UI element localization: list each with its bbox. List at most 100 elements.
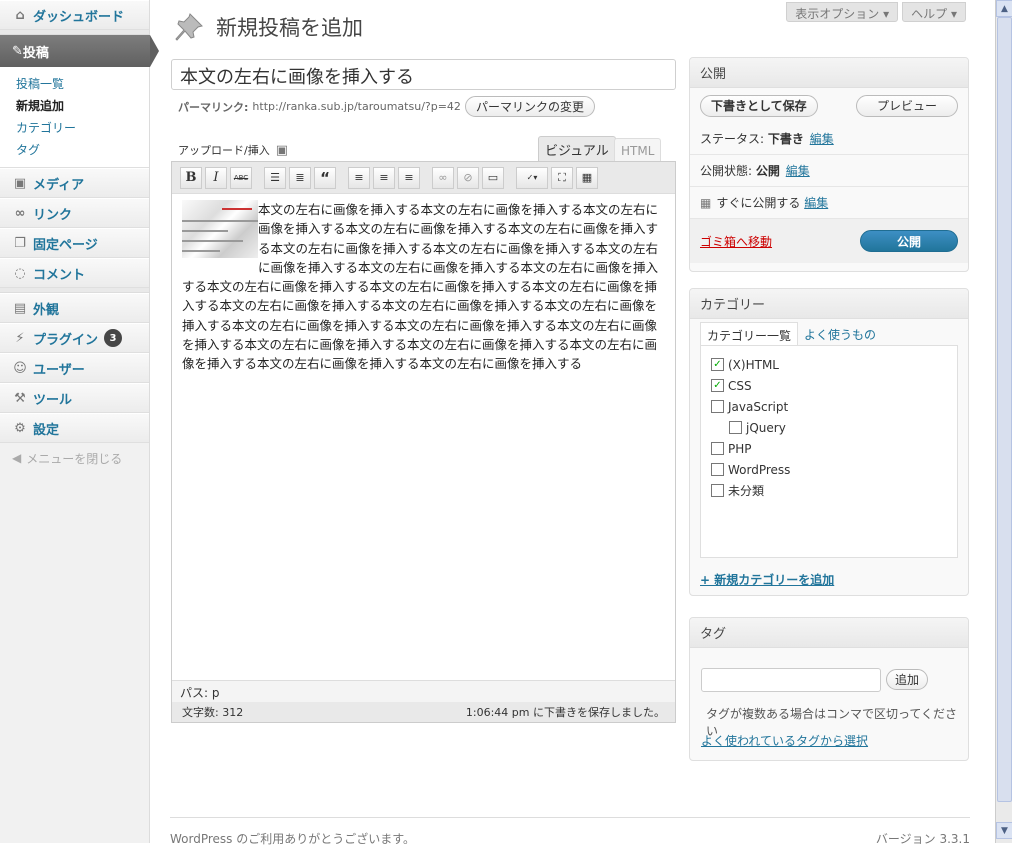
spellcheck-icon[interactable]: ✓▾ [516, 166, 548, 189]
align-left-icon[interactable]: ≡ [348, 166, 370, 189]
add-media-icon[interactable]: ▣ [276, 143, 288, 158]
category-item[interactable]: ✓ CSS [711, 375, 947, 396]
post-title-input[interactable]: 本文の左右に画像を挿入する [171, 59, 676, 90]
numbered-list-icon[interactable]: ≣ [289, 166, 311, 189]
blockquote-button[interactable]: “ [314, 166, 336, 189]
window-scrollbar[interactable]: ▲ ▼ [995, 0, 1012, 843]
collapse-arrow-icon: ◀ [12, 451, 22, 465]
fullscreen-icon[interactable]: ⛶ [551, 166, 573, 189]
preview-button[interactable]: プレビュー [856, 94, 958, 117]
inserted-newspaper-image[interactable] [182, 200, 258, 258]
align-center-icon[interactable]: ≡ [373, 166, 395, 189]
posts-submenu: 投稿一覧 新規追加 カテゴリー タグ [0, 67, 149, 168]
admin-sidebar: ⌂ ダッシュボード ✎ 投稿 投稿一覧 新規追加 カテゴリー タグ ▣ メディア ∞ リ… [0, 0, 159, 843]
category-checkbox[interactable] [711, 463, 724, 476]
category-item[interactable]: 未分類 [711, 480, 947, 501]
submenu-all-posts[interactable]: 投稿一覧 [16, 73, 149, 95]
category-checkbox[interactable] [729, 421, 742, 434]
add-new-category-link[interactable]: + 新規カテゴリーを追加 [700, 571, 834, 588]
visibility-edit-link[interactable]: 編集 [786, 162, 810, 179]
category-checkbox[interactable] [711, 400, 724, 413]
tools-icon: ⚒ [14, 390, 26, 406]
pushpin-icon [175, 13, 203, 41]
bullet-list-icon[interactable]: ☰ [264, 166, 286, 189]
menu-comments[interactable]: ◌ コメント [0, 258, 149, 288]
screen-meta-links: 表示オプション ▾ ヘルプ ▾ [786, 2, 966, 22]
tab-visual[interactable]: ビジュアル [538, 136, 616, 162]
menu-plugins[interactable]: ⚡ プラグイン 3 [0, 323, 149, 353]
publish-button[interactable]: 公開 [860, 230, 958, 252]
link-icon: ∞ [14, 205, 26, 221]
insert-link-icon[interactable]: ∞ [432, 166, 454, 189]
choose-popular-tags-link[interactable]: よく使われているタグから選択 [701, 732, 868, 749]
calendar-icon: ▦ [700, 195, 712, 210]
tags-box-title: タグ [690, 618, 968, 648]
scroll-up-arrow-icon[interactable]: ▲ [996, 0, 1012, 17]
upload-insert: アップロード/挿入 ▣ [178, 142, 288, 158]
category-checkbox[interactable]: ✓ [711, 379, 724, 392]
menu-appearance[interactable]: ▤ 外観 [0, 293, 149, 323]
page-header: 新規投稿を追加 [172, 10, 363, 44]
permalink-url: http://ranka.sub.jp/taroumatsu/?p=42 [252, 100, 461, 113]
settings-icon: ⚙ [14, 420, 26, 436]
page-title: 新規投稿を追加 [216, 16, 363, 40]
scrollbar-thumb[interactable] [997, 17, 1012, 802]
editor-content[interactable]: 本文の左右に画像を挿入する本文の左右に画像を挿入する本文の左右に画像を挿入する本… [172, 194, 675, 674]
category-checkbox[interactable]: ✓ [711, 358, 724, 371]
thumb-line [182, 240, 243, 242]
editor-path: パス: p [172, 680, 675, 702]
menu-posts[interactable]: ✎ 投稿 [0, 35, 159, 67]
move-to-trash-link[interactable]: ゴミ箱へ移動 [700, 233, 772, 250]
scroll-down-arrow-icon[interactable]: ▼ [996, 822, 1012, 839]
editor-status: 文字数: 312 1:06:44 pm に下書きを保存しました。 [172, 702, 675, 722]
submenu-tags[interactable]: タグ [16, 139, 149, 161]
submenu-add-new[interactable]: 新規追加 [16, 95, 149, 117]
pages-icon: ❐ [14, 235, 26, 251]
menu-media[interactable]: ▣ メディア [0, 168, 149, 198]
unlink-icon[interactable]: ⊘ [457, 166, 479, 189]
save-draft-button[interactable]: 下書きとして保存 [700, 94, 818, 117]
menu-links[interactable]: ∞ リンク [0, 198, 149, 228]
editor-toolbar: B I ABC ☰ ≣ “ ≡ ≡ ≡ ∞ ⊘ ▭ ✓▾ ⛶ ▦ [172, 162, 675, 194]
users-icon: ☺ [13, 360, 27, 376]
strikethrough-button[interactable]: ABC [230, 166, 252, 189]
change-permalink-button[interactable]: パーマリンクの変更 [464, 96, 595, 117]
publish-actions: 下書きとして保存 プレビュー [690, 88, 968, 123]
tags-box: タグ 追加 タグが複数ある場合はコンマで区切ってください よく使われているタグか… [689, 617, 969, 761]
menu-tools[interactable]: ⚒ ツール [0, 383, 149, 413]
collapse-menu[interactable]: ◀ メニューを閉じる [0, 443, 149, 473]
menu-users[interactable]: ☺ ユーザー [0, 353, 149, 383]
media-icon: ▣ [13, 175, 27, 191]
category-item[interactable]: ✓ (X)HTML [711, 354, 947, 375]
align-right-icon[interactable]: ≡ [398, 166, 420, 189]
bold-button[interactable]: B [180, 166, 202, 189]
category-checkbox[interactable] [711, 442, 724, 455]
kitchen-sink-icon[interactable]: ▦ [576, 166, 598, 189]
tag-input[interactable] [701, 668, 881, 692]
category-item[interactable]: WordPress [711, 459, 947, 480]
category-item[interactable]: PHP [711, 438, 947, 459]
comment-icon: ◌ [14, 265, 26, 281]
menu-dashboard[interactable]: ⌂ ダッシュボード [0, 0, 149, 30]
help-button[interactable]: ヘルプ ▾ [902, 2, 966, 22]
more-tag-icon[interactable]: ▭ [482, 166, 504, 189]
screen-options-button[interactable]: 表示オプション ▾ [786, 2, 899, 22]
tab-html[interactable]: HTML [614, 138, 662, 162]
publish-box-title: 公開 [690, 58, 968, 88]
category-checkbox[interactable] [711, 484, 724, 497]
add-tag-button[interactable]: 追加 [886, 669, 929, 690]
menu-pages[interactable]: ❐ 固定ページ [0, 228, 149, 258]
publish-box: 公開 下書きとして保存 プレビュー ステータス: 下書き 編集 公開状態: 公開… [689, 57, 969, 272]
schedule-edit-link[interactable]: 編集 [804, 194, 828, 211]
footer-thanks: WordPress のご利用ありがとうございます。 [170, 832, 416, 846]
category-item[interactable]: jQuery [711, 417, 947, 438]
status-row: ステータス: 下書き 編集 [690, 123, 968, 155]
italic-button[interactable]: I [205, 166, 227, 189]
menu-settings[interactable]: ⚙ 設定 [0, 413, 149, 443]
status-edit-link[interactable]: 編集 [810, 130, 834, 147]
category-item[interactable]: JavaScript [711, 396, 947, 417]
major-publishing-actions: ゴミ箱へ移動 公開 [690, 219, 968, 263]
footer-version: バージョン 3.3.1 [875, 832, 970, 846]
thumb-line [182, 220, 258, 222]
submenu-categories[interactable]: カテゴリー [16, 117, 149, 139]
